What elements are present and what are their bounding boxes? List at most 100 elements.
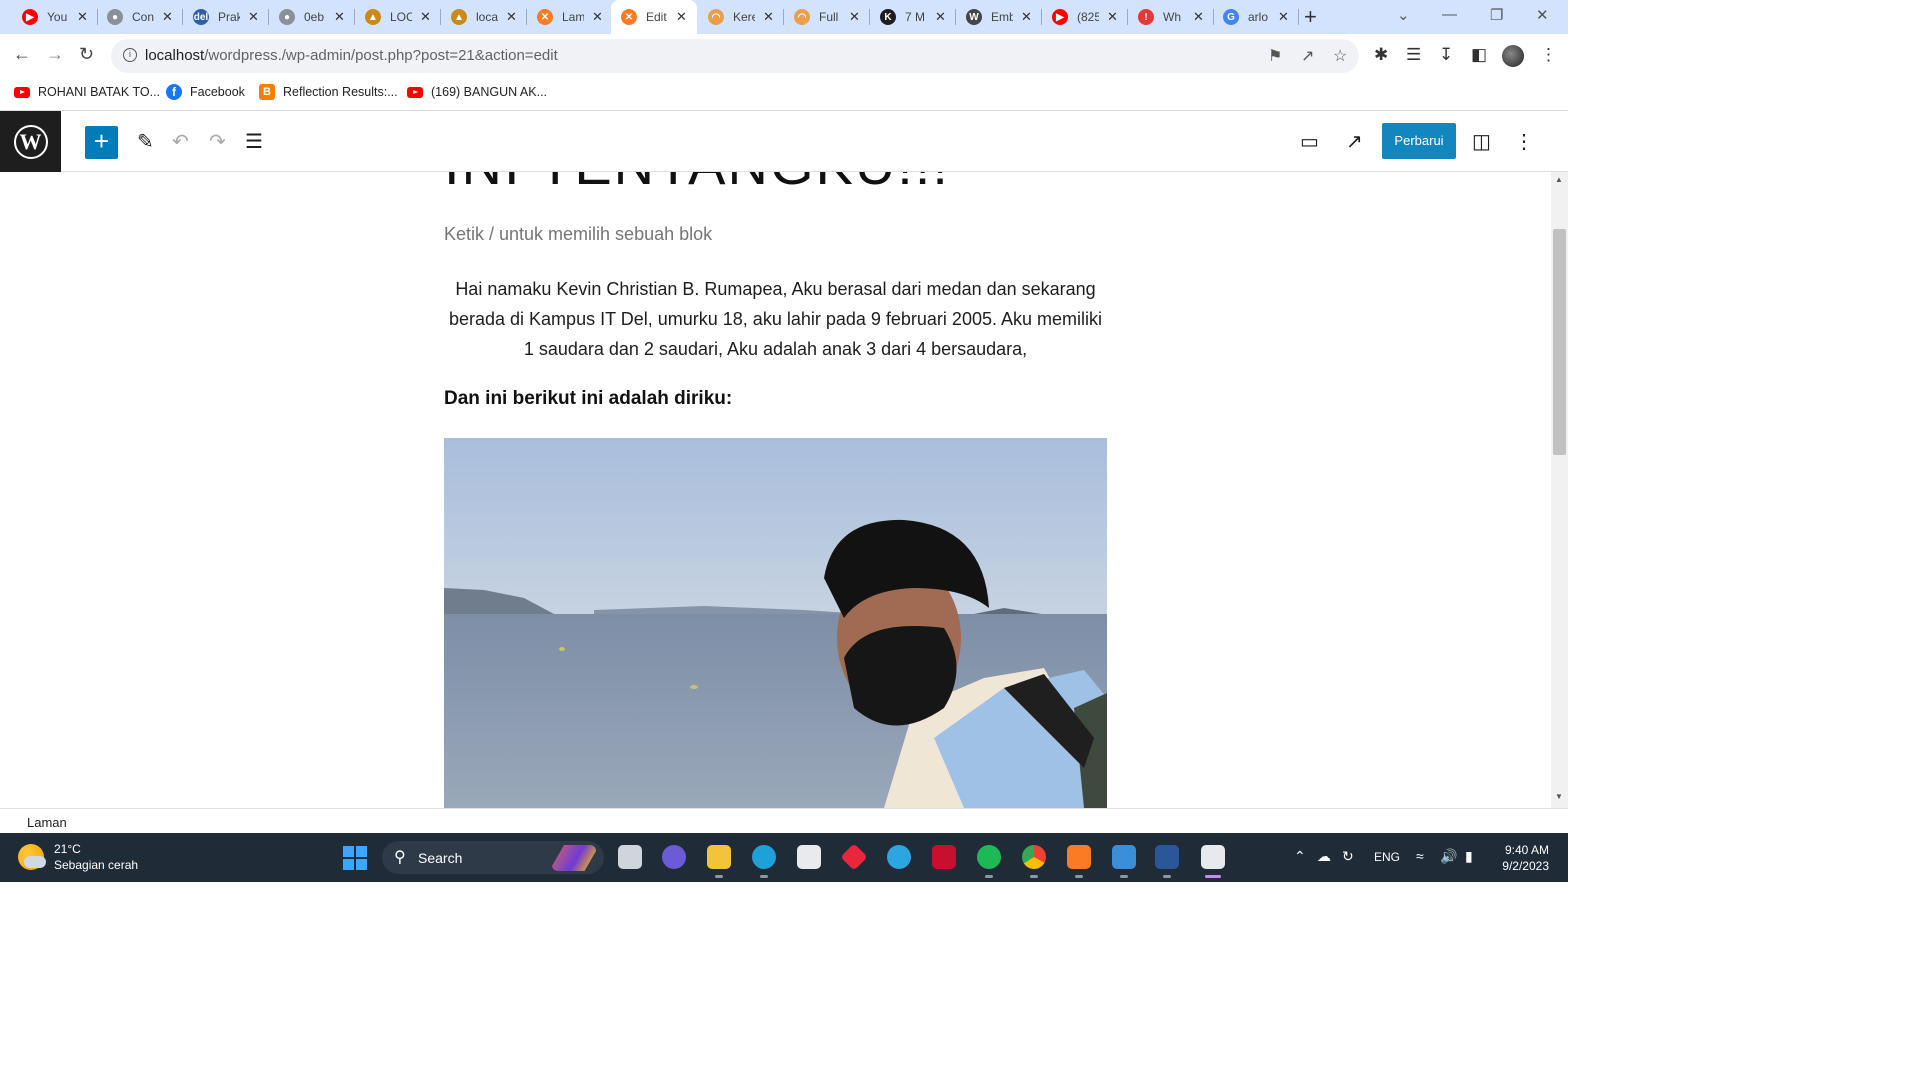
teams-chat-icon[interactable]: [662, 845, 686, 869]
scroll-down-icon[interactable]: ▼: [1555, 792, 1563, 801]
show-hidden-icons-chevron[interactable]: ⌃: [1294, 848, 1306, 865]
file-explorer-icon[interactable]: [707, 845, 731, 878]
bookmark-reflection-results[interactable]: B Reflection Results:...: [259, 84, 398, 100]
url-text[interactable]: localhost/wordpress./wp-admin/post.php?p…: [145, 47, 558, 64]
sync-icon[interactable]: ↻: [1342, 848, 1354, 865]
settings-sidebar-icon[interactable]: ◫: [1472, 129, 1491, 154]
view-post-external-icon[interactable]: ↗: [1346, 129, 1363, 154]
chrome-menu-icon[interactable]: ⋮: [1540, 45, 1557, 65]
tab-close-icon[interactable]: ✕: [1193, 9, 1204, 25]
browser-tab[interactable]: ◠ Full ✕: [784, 0, 870, 34]
tab-close-icon[interactable]: ✕: [506, 9, 517, 25]
preview-device-icon[interactable]: ▭: [1300, 129, 1319, 154]
bookmark-bangun-ak[interactable]: (169) BANGUN AK...: [407, 84, 547, 100]
windows-start-icon[interactable]: [343, 846, 367, 870]
undo-icon[interactable]: ↶: [172, 129, 189, 154]
options-menu-icon[interactable]: ⋮: [1514, 129, 1534, 154]
redo-icon[interactable]: ↷: [209, 129, 226, 154]
browser-tab[interactable]: ▲ loca ✕: [441, 0, 527, 34]
microsoft-store-icon[interactable]: [797, 845, 821, 869]
scroll-up-icon[interactable]: ▲: [1555, 175, 1563, 184]
wifi-icon[interactable]: ≈: [1416, 848, 1424, 864]
browser-tab[interactable]: ◠ Kere ✕: [698, 0, 784, 34]
browser-tab[interactable]: Garlo ✕: [1213, 0, 1299, 34]
tab-close-icon[interactable]: ✕: [77, 9, 88, 25]
browser-tab[interactable]: ▶ (825 ✕: [1042, 0, 1128, 34]
site-info-icon[interactable]: i: [123, 48, 137, 62]
tab-close-icon[interactable]: ✕: [1278, 9, 1289, 25]
browser-tab[interactable]: ▲ LOC ✕: [355, 0, 441, 34]
editor-scrollbar[interactable]: ▲ ▼: [1551, 172, 1568, 808]
reload-icon[interactable]: ↻: [79, 44, 94, 65]
notepad-icon[interactable]: [1112, 845, 1136, 878]
wordpress-logo-button[interactable]: W: [0, 111, 61, 172]
block-appender-placeholder[interactable]: Ketik / untuk memilih sebuah blok: [444, 224, 712, 245]
extensions-icon[interactable]: ✱: [1374, 45, 1388, 65]
image-block[interactable]: [444, 438, 1107, 808]
browser-tab[interactable]: ✕ Edit ✕: [611, 0, 697, 34]
xampp-icon[interactable]: [1067, 845, 1091, 878]
blue-app-icon[interactable]: [887, 845, 911, 869]
reading-list-icon[interactable]: ☰: [1406, 45, 1421, 65]
tab-close-icon[interactable]: ✕: [162, 9, 173, 25]
block-inserter-button[interactable]: +: [85, 126, 118, 159]
battery-icon[interactable]: ▮: [1465, 848, 1473, 865]
document-overview-icon[interactable]: ☰: [245, 129, 263, 154]
browser-tab[interactable]: ● Con ✕: [97, 0, 183, 34]
language-indicator[interactable]: ENG: [1374, 850, 1400, 864]
tab-close-icon[interactable]: ✕: [849, 9, 860, 25]
browser-tab[interactable]: ! Wh ✕: [1128, 0, 1214, 34]
mcafee-icon[interactable]: [932, 845, 956, 869]
snipping-tool-icon[interactable]: [1201, 845, 1225, 878]
chrome-icon[interactable]: [1022, 845, 1046, 878]
profile-avatar[interactable]: [1502, 45, 1524, 67]
taskbar-search[interactable]: ⚲ Search: [382, 841, 604, 874]
bookmark-facebook[interactable]: f Facebook: [166, 84, 245, 100]
paragraph-block[interactable]: Hai namaku Kevin Christian B. Rumapea, A…: [444, 274, 1107, 364]
browser-tab[interactable]: ● 0eb ✕: [269, 0, 355, 34]
update-button[interactable]: Perbarui: [1382, 123, 1456, 159]
heading-block[interactable]: Dan ini berikut ini adalah diriku:: [444, 388, 732, 410]
tab-close-icon[interactable]: ✕: [676, 9, 687, 25]
task-view-icon[interactable]: [618, 845, 642, 869]
spotify-icon[interactable]: [977, 845, 1001, 878]
translate-icon[interactable]: ⚑: [1268, 46, 1282, 66]
minimize-button[interactable]: —: [1442, 6, 1457, 23]
browser-tab[interactable]: K 7 M ✕: [870, 0, 956, 34]
browser-tab[interactable]: ▶ You ✕: [12, 0, 98, 34]
tab-close-icon[interactable]: ✕: [1107, 9, 1118, 25]
tab-close-icon[interactable]: ✕: [334, 9, 345, 25]
onedrive-cloud-icon[interactable]: ☁: [1317, 848, 1331, 865]
edit-tools-pencil-icon[interactable]: ✎: [137, 129, 154, 154]
new-tab-button[interactable]: +: [1304, 4, 1317, 30]
address-bar[interactable]: i localhost/wordpress./wp-admin/post.php…: [111, 39, 1359, 73]
bookmark-rohani-batak[interactable]: ROHANI BATAK TO...: [14, 84, 160, 100]
side-panel-icon[interactable]: ◧: [1471, 45, 1487, 65]
browser-tab[interactable]: del Prak ✕: [183, 0, 269, 34]
download-icon[interactable]: ↧: [1439, 45, 1453, 65]
red-diamond-app-icon[interactable]: [840, 843, 868, 871]
system-clock[interactable]: 9:40 AM 9/2/2023: [1497, 842, 1549, 874]
tab-close-icon[interactable]: ✕: [592, 9, 603, 25]
weather-widget[interactable]: 21°C Sebagian cerah: [18, 841, 138, 873]
tab-close-icon[interactable]: ✕: [248, 9, 259, 25]
tab-close-icon[interactable]: ✕: [420, 9, 431, 25]
share-icon[interactable]: ↗: [1301, 46, 1314, 66]
tab-close-icon[interactable]: ✕: [1021, 9, 1032, 25]
post-title[interactable]: INI TENTANGKU!!!: [444, 172, 950, 197]
tab-close-icon[interactable]: ✕: [935, 9, 946, 25]
forward-icon[interactable]: →: [46, 44, 64, 65]
restore-button[interactable]: ❐: [1490, 6, 1503, 24]
tab-search-chevron-icon[interactable]: ⌄: [1397, 6, 1410, 24]
browser-tab[interactable]: ✕ Lam ✕: [527, 0, 613, 34]
breadcrumb-laman[interactable]: Laman: [27, 815, 67, 830]
scrollbar-thumb[interactable]: [1553, 229, 1566, 455]
back-icon[interactable]: ←: [13, 44, 31, 65]
browser-tab[interactable]: W Emb ✕: [956, 0, 1042, 34]
tab-close-icon[interactable]: ✕: [763, 9, 774, 25]
word-icon[interactable]: [1155, 845, 1179, 878]
close-window-button[interactable]: ✕: [1536, 6, 1549, 24]
volume-icon[interactable]: 🔊: [1440, 848, 1457, 865]
bookmark-star-icon[interactable]: ☆: [1333, 46, 1347, 66]
edge-icon[interactable]: [752, 845, 776, 878]
